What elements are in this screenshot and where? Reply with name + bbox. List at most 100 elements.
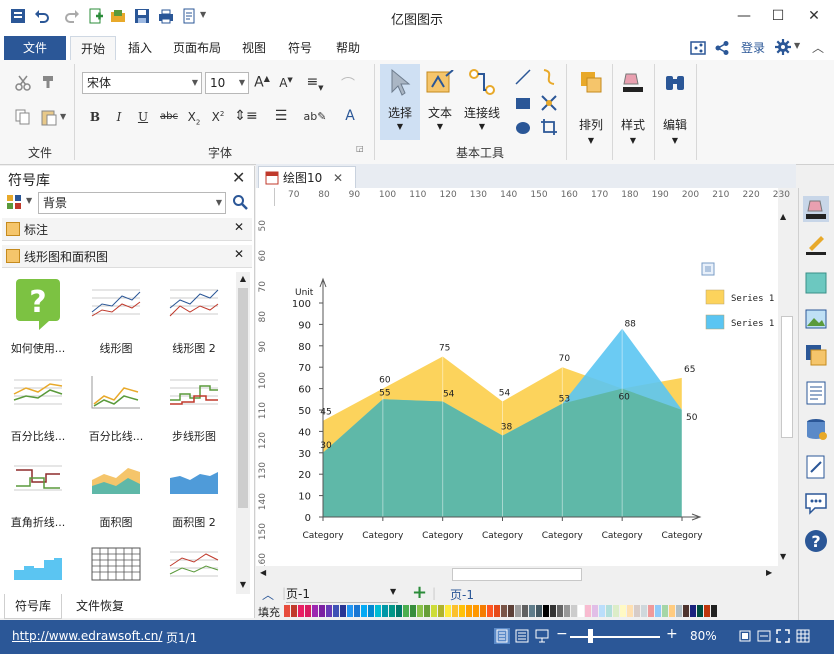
website-link[interactable]: http://www.edrawsoft.cn/ — [12, 629, 162, 643]
canvas-vertical-scrollbar[interactable]: ▲ ▼ — [778, 206, 794, 566]
page-tab-1[interactable]: 页-1 — [450, 586, 474, 603]
area-chart[interactable]: 0 10 20 30 40 50 60 70 80 90 100Unit Category Catego… — [274, 206, 778, 566]
color-swatch[interactable] — [634, 605, 640, 617]
library-scroll-thumb[interactable] — [238, 288, 248, 508]
library-grid-icon[interactable] — [6, 194, 22, 210]
comment-icon[interactable] — [803, 490, 829, 516]
italic-icon[interactable]: I — [112, 110, 126, 124]
line-pen-icon[interactable] — [803, 232, 829, 258]
close-window-icon[interactable]: ✕ — [800, 6, 828, 26]
page-view-icon[interactable] — [514, 628, 530, 644]
color-swatch[interactable] — [403, 605, 409, 617]
color-swatch[interactable] — [431, 605, 437, 617]
shape-percent-line[interactable]: 百分比线... — [0, 364, 76, 446]
zoom-level[interactable]: 80% — [690, 629, 717, 643]
color-swatch[interactable] — [613, 605, 619, 617]
panel-close-icon[interactable]: ✕ — [232, 168, 245, 187]
shrink-font-icon[interactable]: A▼ — [278, 76, 294, 90]
ellipse-tool-icon[interactable] — [514, 118, 532, 136]
color-swatch[interactable] — [578, 605, 584, 617]
color-swatch[interactable] — [494, 605, 500, 617]
color-swatch[interactable] — [585, 605, 591, 617]
shape-table-chart[interactable] — [78, 538, 154, 586]
scroll-down-icon[interactable]: ▼ — [237, 580, 249, 592]
color-swatch[interactable] — [389, 605, 395, 617]
notes-icon[interactable] — [803, 454, 829, 480]
connection-point-icon[interactable] — [540, 94, 558, 112]
scroll-up-icon[interactable]: ▲ — [780, 212, 786, 221]
rectangle-tool-icon[interactable] — [514, 94, 532, 112]
color-swatch[interactable] — [445, 605, 451, 617]
color-swatch[interactable] — [354, 605, 360, 617]
fill-bucket-icon[interactable] — [803, 196, 829, 222]
color-swatch[interactable] — [396, 605, 402, 617]
color-swatch[interactable] — [606, 605, 612, 617]
layer-icon[interactable] — [803, 342, 829, 368]
color-swatch[interactable] — [333, 605, 339, 617]
grid-view-icon[interactable] — [796, 629, 810, 643]
font-dialog-launcher-icon[interactable]: ◲ — [356, 144, 364, 153]
font-family-select[interactable]: 宋体 ▼ — [82, 72, 202, 94]
color-swatch[interactable] — [515, 605, 521, 617]
scroll-right-icon[interactable]: ▶ — [766, 568, 772, 577]
color-swatch[interactable] — [711, 605, 717, 617]
collapse-ribbon-icon[interactable]: ︿ — [812, 39, 824, 56]
shape-area-chart-2[interactable]: 面积图 2 — [156, 450, 232, 532]
color-swatch[interactable] — [452, 605, 458, 617]
color-swatch[interactable] — [501, 605, 507, 617]
color-swatch[interactable] — [557, 605, 563, 617]
color-swatch[interactable] — [641, 605, 647, 617]
color-swatch[interactable] — [620, 605, 626, 617]
color-swatch[interactable] — [305, 605, 311, 617]
color-swatch[interactable] — [361, 605, 367, 617]
color-swatch[interactable] — [368, 605, 374, 617]
scroll-down-icon[interactable]: ▼ — [780, 552, 786, 561]
strikethrough-icon[interactable]: abc — [158, 111, 180, 122]
settings-gear-icon[interactable] — [775, 39, 791, 55]
color-swatch[interactable] — [284, 605, 290, 617]
tab-view[interactable]: 视图 — [234, 36, 274, 60]
color-swatch[interactable] — [340, 605, 346, 617]
canvas-horizontal-scrollbar[interactable]: ◀ ▶ — [256, 566, 778, 582]
shape-line-chart-3[interactable] — [156, 538, 232, 586]
fit-width-icon[interactable] — [757, 629, 771, 643]
bold-icon[interactable]: B — [88, 110, 102, 124]
color-swatch[interactable] — [690, 605, 696, 617]
page-select[interactable]: 页-1 ▼ — [286, 585, 398, 603]
page-list-icon[interactable] — [803, 380, 829, 406]
cut-icon[interactable] — [14, 74, 32, 92]
tab-help[interactable]: 帮助 — [326, 36, 370, 60]
color-swatch[interactable] — [592, 605, 598, 617]
edit-button[interactable]: 编辑 ▼ — [656, 64, 694, 154]
font-size-select[interactable]: 10 ▼ — [205, 72, 249, 94]
color-swatch[interactable] — [676, 605, 682, 617]
color-swatch[interactable] — [473, 605, 479, 617]
shape-how-to-use[interactable]: ? 如何使用... — [0, 276, 76, 358]
color-swatch[interactable] — [417, 605, 423, 617]
color-swatch[interactable] — [627, 605, 633, 617]
settings-dropdown-icon[interactable]: ▼ — [794, 41, 800, 50]
color-swatch[interactable] — [410, 605, 416, 617]
highlight-icon[interactable]: ab✎ — [302, 110, 328, 123]
underline-icon[interactable]: U — [136, 110, 150, 124]
color-swatches[interactable] — [284, 605, 724, 617]
color-swatch[interactable] — [312, 605, 318, 617]
color-swatch[interactable] — [704, 605, 710, 617]
select-tool-button[interactable]: 选择 ▼ — [380, 64, 420, 140]
color-swatch[interactable] — [508, 605, 514, 617]
fit-page-icon[interactable] — [738, 629, 752, 643]
shape-line-chart-2[interactable]: 线形图 2 — [156, 276, 232, 358]
color-swatch[interactable] — [438, 605, 444, 617]
color-swatch[interactable] — [326, 605, 332, 617]
arrange-button[interactable]: 排列 ▼ — [572, 64, 610, 154]
bullets-icon[interactable]: ☰ — [270, 108, 292, 124]
page-collapse-icon[interactable]: ︿ — [262, 586, 274, 603]
tab-symbol[interactable]: 符号 — [280, 36, 320, 60]
color-swatch[interactable] — [543, 605, 549, 617]
shape-area-chart[interactable]: 面积图 — [78, 450, 154, 532]
zoom-in-icon[interactable]: + — [666, 626, 678, 642]
color-swatch[interactable] — [424, 605, 430, 617]
color-swatch[interactable] — [648, 605, 654, 617]
zoom-out-icon[interactable]: − — [556, 626, 568, 642]
line-spacing-icon[interactable]: ⇕≡ — [234, 108, 258, 124]
